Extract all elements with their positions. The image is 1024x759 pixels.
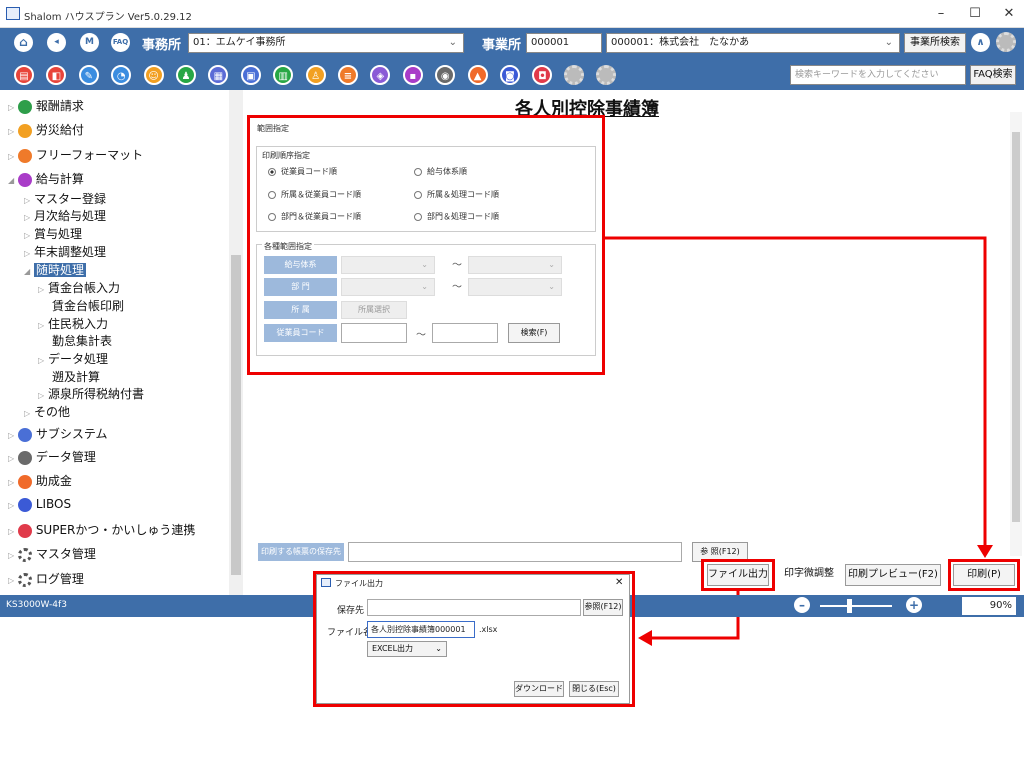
zoom-slider-handle[interactable]: [847, 599, 852, 613]
zoom-slider-track[interactable]: [820, 605, 892, 607]
arrow-line: [605, 236, 987, 548]
zoom-in-icon[interactable]: +: [906, 597, 922, 613]
arrow-head: [977, 545, 993, 558]
zoom-out-icon[interactable]: –: [794, 597, 810, 613]
screen-code: KS3000W-4f3: [6, 600, 67, 610]
highlight-dialog: [313, 571, 635, 707]
zoom-level[interactable]: 90%: [962, 597, 1016, 615]
arrow-head: [638, 630, 652, 646]
